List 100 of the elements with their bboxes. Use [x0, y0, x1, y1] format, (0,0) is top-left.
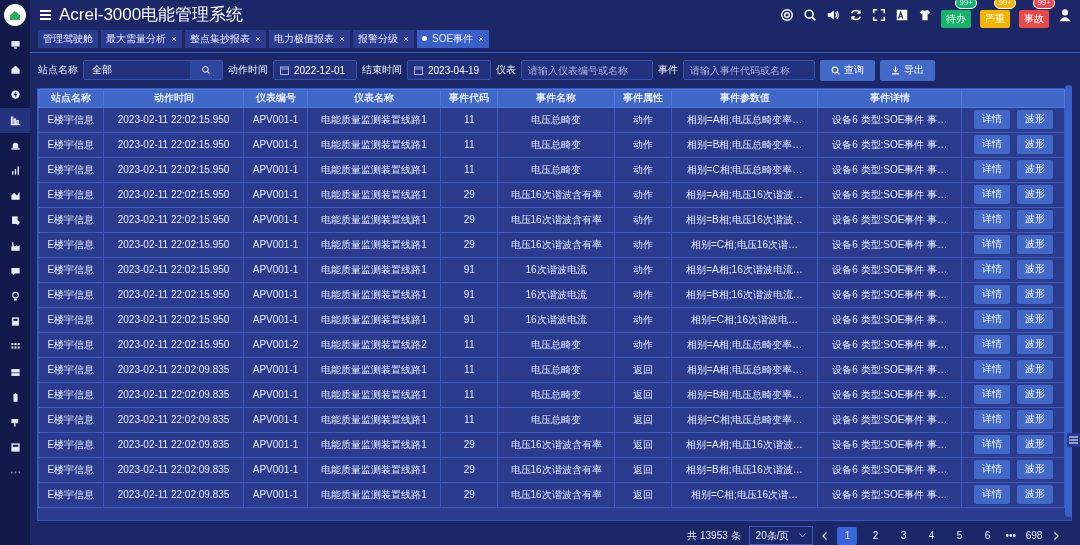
column-header: 仪表编号: [243, 89, 308, 108]
close-icon[interactable]: [403, 35, 409, 42]
details-button[interactable]: 详情: [973, 285, 1010, 305]
tab[interactable]: SOE事件: [417, 29, 490, 48]
date-field[interactable]: 2023-04-19: [407, 60, 491, 81]
table-cell: 29: [440, 232, 498, 258]
waveform-button[interactable]: 波形: [1016, 435, 1053, 455]
logo-icon: [4, 4, 26, 26]
page-button[interactable]: 698: [1024, 526, 1044, 545]
close-icon[interactable]: [171, 35, 177, 42]
previous-icon[interactable]: [821, 531, 830, 540]
waveform-button[interactable]: 波形: [1016, 385, 1053, 405]
lifebuoy-icon[interactable]: [780, 7, 794, 22]
close-icon[interactable]: [478, 35, 485, 42]
sidebar-item[interactable]: [0, 107, 30, 133]
table-cell: 2023-02-11 22:02:09.835: [103, 382, 244, 408]
details-button[interactable]: 详情: [973, 185, 1010, 205]
waveform-button[interactable]: 波形: [1016, 310, 1053, 330]
page-button[interactable]: 2: [865, 526, 886, 545]
table-cell: 电能质量监测装置线路1: [307, 457, 441, 483]
table-cell: 电能质量监测装置线路1: [307, 157, 441, 183]
page-button[interactable]: 6: [977, 526, 998, 545]
query-button[interactable]: 查询: [820, 59, 875, 81]
table-cell: 16次谐波电流: [497, 257, 615, 283]
tab[interactable]: 整点集抄报表: [185, 29, 266, 48]
sliders-icon[interactable]: [1067, 433, 1080, 447]
details-button[interactable]: 详情: [973, 460, 1010, 480]
page-button[interactable]: 4: [921, 526, 942, 545]
site-select[interactable]: 全部: [83, 60, 223, 81]
fullscreen-icon[interactable]: [872, 7, 886, 22]
table-cell: 相别=B相;电压总畸变率…: [671, 132, 818, 158]
waveform-button[interactable]: 波形: [1016, 360, 1053, 380]
details-button[interactable]: 详情: [973, 160, 1010, 180]
details-button[interactable]: 详情: [973, 110, 1010, 130]
tab[interactable]: 管理驾驶舱: [38, 29, 98, 48]
table-cell: 2023-02-11 22:02:09.835: [103, 432, 244, 458]
waveform-button[interactable]: 波形: [1016, 485, 1053, 505]
table-cell: APV001-1: [243, 482, 308, 508]
close-icon[interactable]: [339, 35, 345, 42]
tab[interactable]: 电力极值报表: [269, 29, 350, 48]
caret-icon: [799, 533, 807, 538]
table-cell: APV001-1: [243, 257, 308, 283]
table-cell: 91: [440, 257, 498, 283]
details-button[interactable]: 详情: [973, 260, 1010, 280]
column-header: 事件参数值: [671, 89, 818, 108]
details-button[interactable]: 详情: [973, 310, 1010, 330]
waveform-button[interactable]: 波形: [1016, 460, 1053, 480]
refresh-icon[interactable]: [849, 7, 863, 22]
search-icon[interactable]: [201, 65, 211, 76]
table-cell: 2023-02-11 22:02:09.835: [103, 482, 244, 508]
waveform-button[interactable]: 波形: [1016, 410, 1053, 430]
details-button[interactable]: 详情: [973, 410, 1010, 430]
table-cell: 2023-02-11 22:02:15.950: [103, 182, 244, 208]
table-cell: 2023-02-11 22:02:15.950: [103, 307, 244, 333]
waveform-button[interactable]: 波形: [1016, 135, 1053, 155]
details-button[interactable]: 详情: [973, 335, 1010, 355]
page-ellipsis[interactable]: •••: [1005, 530, 1016, 541]
menu-icon[interactable]: [40, 9, 51, 20]
waveform-button[interactable]: 波形: [1016, 260, 1053, 280]
tab[interactable]: 报警分级: [353, 29, 414, 48]
meter-input[interactable]: 请输入仪表编号或名称: [521, 60, 653, 81]
table-cell: APV001-1: [243, 232, 308, 258]
page-button[interactable]: 5: [949, 526, 970, 545]
details-button[interactable]: 详情: [973, 435, 1010, 455]
user-icon[interactable]: [1058, 7, 1072, 22]
alert-button[interactable]: 待办: [941, 10, 971, 29]
details-button[interactable]: 详情: [973, 210, 1010, 230]
waveform-button[interactable]: 波形: [1016, 235, 1053, 255]
table-cell: 电能质量监测装置线路1: [307, 107, 441, 133]
export-button[interactable]: 导出: [880, 59, 935, 81]
translate-icon[interactable]: [895, 7, 909, 22]
event-input[interactable]: 请输入事件代码或名称: [683, 60, 815, 81]
table-cell: 29: [440, 207, 498, 233]
waveform-button[interactable]: 波形: [1016, 110, 1053, 130]
details-button[interactable]: 详情: [973, 135, 1010, 155]
close-icon[interactable]: [255, 35, 261, 42]
alert-button[interactable]: 事故: [1019, 10, 1049, 29]
waveform-button[interactable]: 波形: [1016, 335, 1053, 355]
page-button[interactable]: 1: [837, 526, 858, 545]
date-field[interactable]: 2022-12-01: [273, 60, 357, 81]
waveform-button[interactable]: 波形: [1016, 185, 1053, 205]
waveform-button[interactable]: 波形: [1016, 210, 1053, 230]
waveform-button[interactable]: 波形: [1016, 285, 1053, 305]
page-button[interactable]: 3: [893, 526, 914, 545]
page-size-select[interactable]: 20条/页: [748, 526, 814, 545]
details-button[interactable]: 详情: [973, 385, 1010, 405]
details-button[interactable]: 详情: [973, 360, 1010, 380]
details-button[interactable]: 详情: [973, 485, 1010, 505]
table-cell: E楼宇信息: [38, 107, 104, 133]
shirt-icon[interactable]: [918, 7, 932, 22]
scrollbar[interactable]: [1065, 85, 1072, 517]
column-header: 事件详情: [817, 89, 962, 108]
tab[interactable]: 最大需量分析: [101, 29, 182, 48]
search-icon[interactable]: [803, 7, 817, 22]
waveform-button[interactable]: 波形: [1016, 160, 1053, 180]
details-button[interactable]: 详情: [973, 235, 1010, 255]
next-icon[interactable]: [1052, 531, 1060, 540]
table-cell: E楼宇信息: [38, 257, 104, 283]
table-cell: 相别=A相;电压总畸变率…: [671, 107, 818, 133]
table-cell: 电压总畸变: [497, 407, 615, 433]
